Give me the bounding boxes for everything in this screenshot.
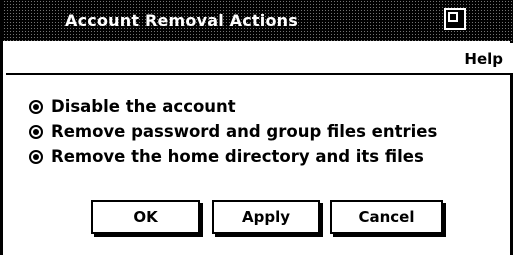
menu-bar: Help [6, 43, 513, 75]
window-title: Account Removal Actions [65, 11, 298, 30]
removal-options: Disable the account Remove password and … [29, 94, 437, 169]
option-label: Remove the home directory and its files [51, 146, 424, 166]
radio-selected-dot [33, 103, 39, 110]
menu-help[interactable]: Help [464, 51, 503, 68]
radio-button-icon[interactable] [29, 99, 43, 114]
radio-selected-dot [33, 128, 39, 135]
radio-button-icon[interactable] [29, 124, 43, 139]
apply-button[interactable]: Apply [212, 200, 320, 234]
option-remove-home-directory[interactable]: Remove the home directory and its files [29, 144, 437, 169]
window-toggle-icon-inner [448, 12, 458, 22]
cancel-button[interactable]: Cancel [330, 200, 443, 234]
radio-button-icon[interactable] [29, 149, 43, 164]
option-remove-password-group[interactable]: Remove password and group files entries [29, 119, 437, 144]
window-toggle-icon[interactable] [444, 8, 466, 30]
option-label: Remove password and group files entries [51, 121, 438, 141]
option-disable-account[interactable]: Disable the account [29, 94, 437, 119]
radio-selected-dot [33, 153, 39, 160]
title-bar[interactable]: Account Removal Actions [3, 0, 513, 41]
ok-button[interactable]: OK [91, 200, 200, 234]
option-label: Disable the account [51, 96, 236, 116]
dialog-window: Account Removal Actions Help Disable the… [0, 0, 513, 255]
